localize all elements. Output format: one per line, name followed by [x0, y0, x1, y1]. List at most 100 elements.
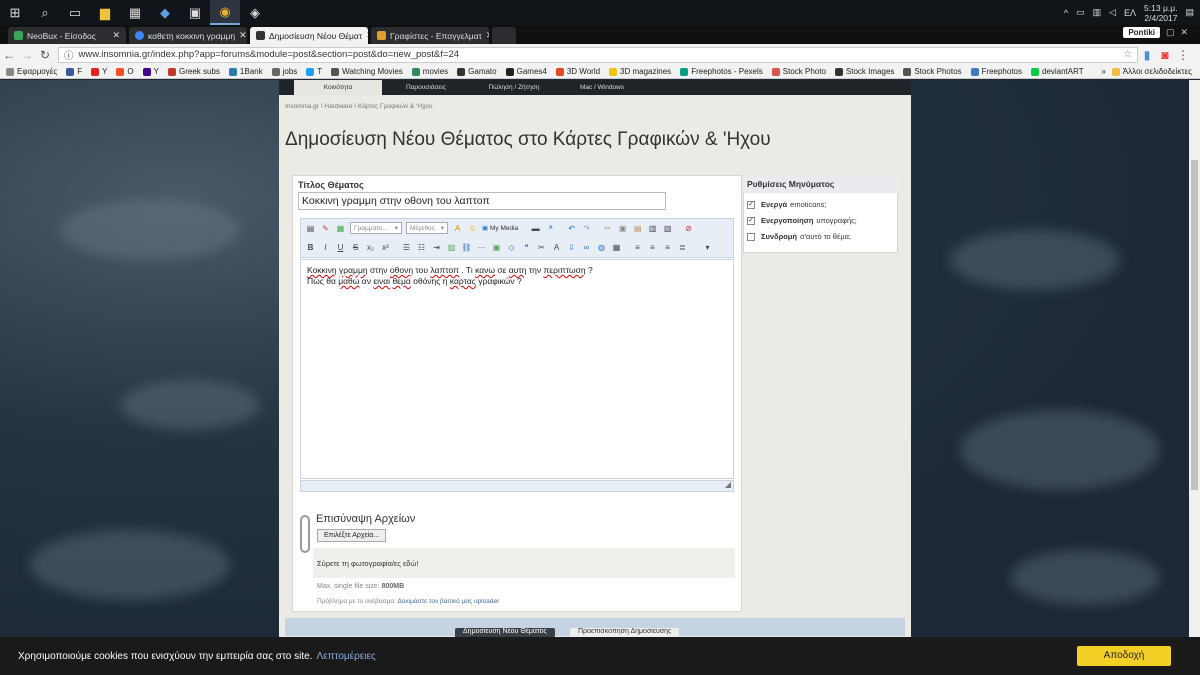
tab-insomnia-new-post[interactable]: Δημοσίευση Νέου Θέματ✕ — [250, 27, 368, 44]
print-icon[interactable]: ▬ — [530, 223, 541, 234]
notifications-icon[interactable]: ▤ — [1185, 7, 1194, 18]
topic-title-input[interactable] — [298, 192, 666, 210]
bookmark-item[interactable]: Watching Movies — [331, 67, 403, 76]
font-select[interactable]: Γραμματο... ▾ — [350, 222, 402, 234]
subscript-icon[interactable]: x₂ — [365, 242, 376, 253]
bookmark-item[interactable]: movies — [411, 67, 448, 76]
paste-text-icon[interactable]: ▥ — [647, 223, 658, 234]
option-subscribe[interactable]: Συνδρομή σ'αυτό το θέμα; — [747, 232, 851, 241]
nav-marketplace[interactable]: Πώληση / Ζήτηση — [470, 84, 558, 91]
bookmark-item[interactable]: 3D World — [555, 67, 600, 76]
option-signature[interactable]: ✓ Ενεργοποίηση υπογραφής; — [747, 216, 857, 225]
bookmark-star-icon[interactable]: ☆ — [1123, 49, 1132, 60]
signature-checkbox[interactable]: ✓ — [747, 216, 755, 225]
italic-icon[interactable]: I — [320, 242, 331, 253]
accept-cookies-button[interactable]: Αποδοχή — [1077, 646, 1171, 666]
bookmark-item[interactable]: deviantART — [1031, 67, 1084, 76]
paste-icon[interactable]: ▤ — [632, 223, 643, 234]
cookie-details-link[interactable]: Λεπτομέρειες — [316, 651, 375, 662]
task-view-icon[interactable]: ▭ — [60, 0, 90, 25]
store-icon[interactable]: ▣ — [180, 0, 210, 25]
globe-icon[interactable]: ◍ — [596, 242, 607, 253]
resize-handle-icon[interactable]: ◢ — [725, 480, 731, 489]
close-icon[interactable]: ✕ — [362, 30, 368, 41]
table-icon[interactable]: ▦ — [611, 242, 622, 253]
align-right-icon[interactable]: ≡ — [662, 242, 673, 253]
search-icon[interactable]: ⌕ — [30, 0, 60, 25]
app-icon[interactable]: ◆ — [150, 0, 180, 25]
address-bar[interactable]: ⓘ www.insomnia.gr/index.php?app=forums&m… — [58, 46, 1138, 63]
align-left-icon[interactable]: ≡ — [632, 242, 643, 253]
editor-body[interactable]: Κοκκινη γραμμη στην οθονη του λαπτοπ . Τ… — [300, 259, 734, 479]
link-icon[interactable]: ⛓ — [461, 242, 472, 253]
extension-icon[interactable]: ▮ — [1138, 48, 1156, 62]
justify-icon[interactable]: ≣ — [677, 242, 688, 253]
cut-icon[interactable]: ✂ — [602, 223, 613, 234]
language-indicator[interactable]: ΕΛ — [1124, 8, 1136, 18]
bookmark-item[interactable]: Stock Photos — [903, 67, 962, 76]
close-icon[interactable]: ✕ — [108, 30, 120, 41]
emoticon-icon[interactable]: ☺ — [467, 223, 478, 234]
volume-icon[interactable]: ◁ — [1109, 7, 1116, 18]
bookmark-item[interactable]: T — [306, 67, 322, 76]
bookmark-item[interactable]: 3D magazines — [609, 67, 671, 76]
spellcheck-icon[interactable]: ᴬ — [545, 223, 556, 234]
my-media-button[interactable]: ▣ My Media — [482, 224, 518, 232]
menu-icon[interactable]: ⋮ — [1174, 48, 1192, 62]
tab-grafistes[interactable]: Γραφίστες - Επαγγελματ✕ — [371, 27, 489, 44]
reload-icon[interactable]: ↻ — [36, 48, 54, 62]
file-explorer-icon[interactable]: ▆ — [90, 0, 120, 25]
bookmark-item[interactable]: Freephotos - Pexels — [680, 67, 763, 76]
bookmark-item[interactable]: O — [116, 67, 134, 76]
bookmark-item[interactable]: Gamato — [457, 67, 497, 76]
bookmark-item[interactable]: Greek subs — [168, 67, 220, 76]
redo-icon[interactable]: ↷ — [581, 223, 592, 234]
unlink-icon[interactable]: ∞ — [581, 242, 592, 253]
chevron-up-icon[interactable]: ^ — [1064, 8, 1068, 18]
tab-neobux[interactable]: NeoBux - Είσοδος ✕ — [8, 27, 126, 44]
bullet-list-icon[interactable]: ☰ — [401, 242, 412, 253]
bookmark-item[interactable]: Stock Images — [834, 67, 894, 76]
clock[interactable]: 5:13 μ.μ. 2/4/2017 — [1144, 3, 1177, 23]
scrollbar-thumb[interactable] — [1191, 160, 1198, 490]
app2-icon[interactable]: ◈ — [240, 0, 270, 25]
media-embed-icon[interactable]: ▣ — [491, 242, 502, 253]
text-color-icon[interactable]: A — [452, 223, 463, 234]
emoticons-checkbox[interactable]: ✓ — [747, 200, 755, 209]
bookmark-item[interactable]: Freephotos — [970, 67, 1022, 76]
chrome-icon[interactable]: ◉ — [210, 0, 240, 25]
superscript-icon[interactable]: x² — [380, 242, 391, 253]
size-select[interactable]: Μέγεθος ▾ — [406, 222, 448, 234]
breadcrumb[interactable]: Insomnia.gr \ Hardware \ Κάρτες Γραφικών… — [285, 103, 432, 110]
hr-icon[interactable]: — — [476, 242, 487, 253]
page-info-icon[interactable]: ⓘ — [64, 48, 74, 62]
forward-icon[interactable]: → — [18, 48, 36, 62]
bookmark-item[interactable]: Y — [91, 67, 107, 76]
nav-community[interactable]: Κοινότητα — [294, 80, 382, 95]
font-icon[interactable]: A — [551, 242, 562, 253]
spoiler-icon[interactable]: ✂ — [536, 242, 547, 253]
source-icon[interactable]: ▤ — [305, 223, 316, 234]
copy-icon[interactable]: ▣ — [617, 223, 628, 234]
bookmark-item[interactable]: 1Bank — [228, 67, 263, 76]
align-center-icon[interactable]: ≡ — [647, 242, 658, 253]
bookmark-item[interactable]: Games4 — [505, 67, 547, 76]
strikethrough-icon[interactable]: S — [350, 242, 361, 253]
nav-presentations[interactable]: Παρουσιάσεις — [382, 84, 470, 91]
back-icon[interactable]: ← — [0, 48, 18, 62]
subscribe-checkbox[interactable] — [747, 232, 755, 241]
find-icon[interactable]: ⊘ — [683, 223, 694, 234]
tab-google-search[interactable]: καθετη κοκκινη γραμμη ✕ — [129, 27, 247, 44]
close-icon[interactable]: ✕ — [235, 30, 247, 41]
bookmark-item[interactable]: Εφαρμογές — [6, 67, 57, 76]
battery-icon[interactable]: ▭ — [1076, 7, 1085, 18]
extension2-icon[interactable]: ◙ — [1156, 48, 1174, 62]
window-controls[interactable]: –▢✕ — [1155, 27, 1194, 38]
bookmark-item[interactable]: Y — [142, 67, 159, 76]
attach-icon[interactable]: ⇩ — [566, 242, 577, 253]
close-icon[interactable]: ✕ — [482, 30, 489, 41]
nav-mac-windows[interactable]: Mac / Windows — [558, 84, 646, 91]
new-tab-button[interactable] — [492, 27, 516, 44]
paste-word-icon[interactable]: ▧ — [662, 223, 673, 234]
undo-icon[interactable]: ↶ — [566, 223, 577, 234]
